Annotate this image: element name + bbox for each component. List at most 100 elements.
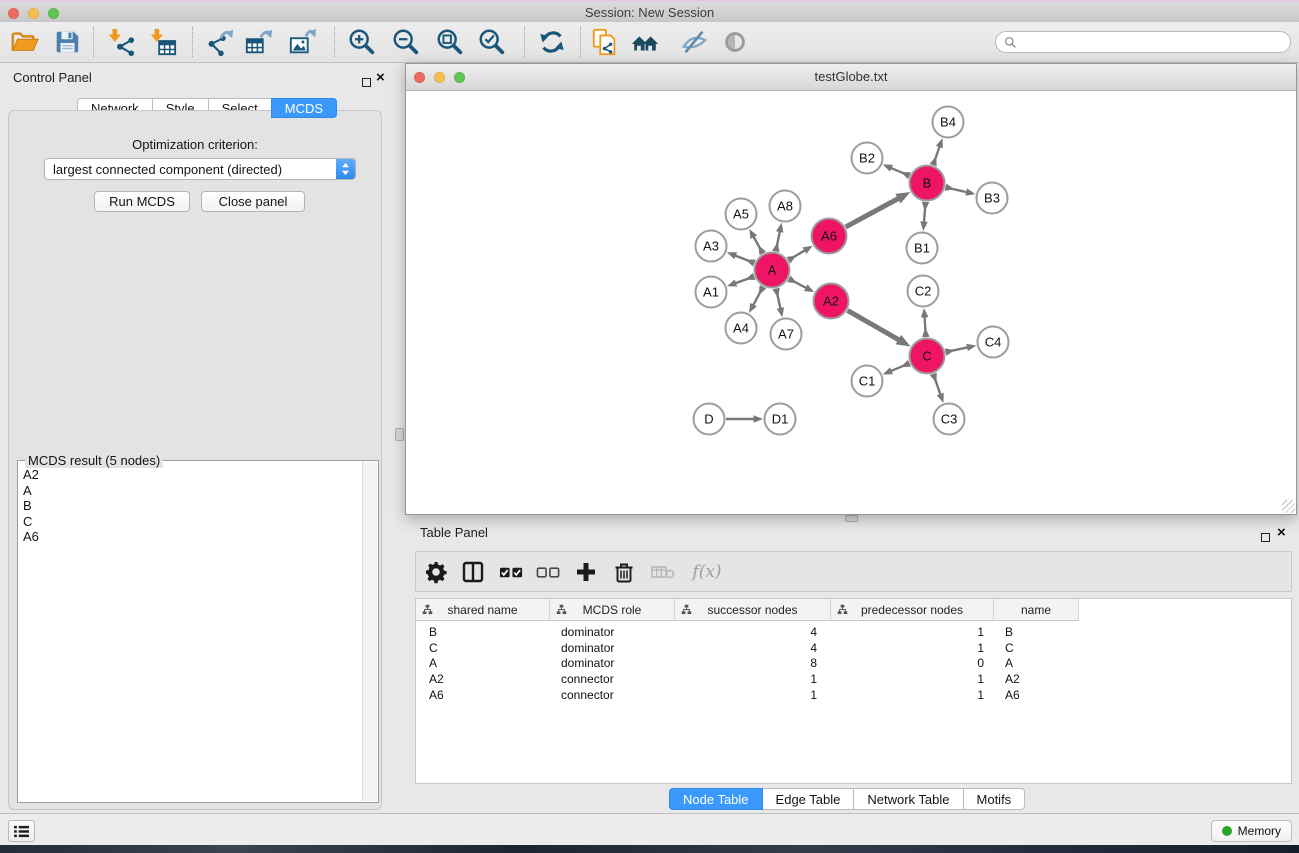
table-panel-title: Table Panel (420, 525, 488, 540)
search-field[interactable] (995, 31, 1291, 53)
table-cell[interactable]: A2 (994, 672, 1079, 686)
window-title: Session: New Session (0, 5, 1299, 20)
table-cell[interactable]: connector (550, 688, 675, 702)
plus-icon[interactable] (570, 556, 602, 588)
resize-grip-icon[interactable] (1282, 500, 1295, 513)
tab-edge-table[interactable]: Edge Table (762, 788, 855, 810)
edge-A2-C[interactable] (847, 310, 900, 340)
column-header-name[interactable]: name (994, 599, 1079, 621)
tab-motifs[interactable]: Motifs (963, 788, 1026, 810)
table-row[interactable]: Cdominator41C (416, 640, 1291, 656)
zoom-out-icon[interactable] (389, 25, 423, 59)
table-cell[interactable]: dominator (550, 625, 675, 639)
table-cell[interactable]: A (994, 656, 1079, 670)
float-panel-icon[interactable] (362, 74, 371, 92)
table-cell[interactable]: A6 (994, 688, 1079, 702)
gear-icon[interactable] (420, 556, 452, 588)
mcds-result-box: MCDS result (5 nodes) A2ABCA6 (17, 460, 379, 803)
close-panel-icon[interactable]: × (376, 73, 385, 83)
tab-mcds[interactable]: MCDS (271, 98, 337, 118)
columns-icon[interactable] (457, 556, 489, 588)
home-icon[interactable] (628, 25, 662, 59)
edge-A6-B[interactable] (846, 198, 900, 227)
eye-slash-icon[interactable] (677, 25, 711, 59)
close-panel-icon[interactable]: × (1277, 528, 1286, 538)
trash-icon[interactable] (608, 556, 640, 588)
table-cell[interactable]: B (994, 625, 1079, 639)
tab-node-table[interactable]: Node Table (669, 788, 763, 810)
zoom-selected-icon[interactable] (475, 25, 509, 59)
node-label-C1: C1 (859, 374, 876, 389)
result-scrollbar[interactable] (362, 462, 377, 801)
toolbar-divider (334, 27, 335, 57)
table-cell[interactable]: C (416, 641, 550, 655)
table-row[interactable]: A6connector11A6 (416, 687, 1291, 703)
column-header-shared-name[interactable]: shared name (416, 599, 550, 621)
result-list-item[interactable]: B (18, 498, 362, 514)
import-table-icon[interactable] (145, 25, 179, 59)
node-label-C2: C2 (915, 284, 932, 299)
export-table-icon[interactable] (242, 25, 276, 59)
column-header-predecessor-nodes[interactable]: predecessor nodes (831, 599, 994, 621)
table-row[interactable]: Adominator80A (416, 656, 1291, 672)
table-cell[interactable]: 8 (675, 656, 831, 670)
export-image-icon[interactable] (286, 25, 320, 59)
table-cell[interactable]: B (416, 625, 550, 639)
tab-network-table[interactable]: Network Table (853, 788, 963, 810)
table-cell[interactable]: 1 (831, 672, 994, 686)
vertical-splitter-handle[interactable] (395, 428, 404, 441)
table-row[interactable]: A2connector11A2 (416, 671, 1291, 687)
zoom-in-icon[interactable] (345, 25, 379, 59)
node-label-A3: A3 (703, 239, 719, 254)
table-cell[interactable]: A2 (416, 672, 550, 686)
table-row[interactable]: Bdominator41B (416, 624, 1291, 640)
zoom-fit-icon[interactable] (433, 25, 467, 59)
table-cell[interactable]: 1 (831, 625, 994, 639)
table-cell[interactable]: 1 (831, 641, 994, 655)
table-cell[interactable]: dominator (550, 641, 675, 655)
network-graph-canvas[interactable]: AA1A2A3A4A5A6A7A8BB1B2B3B4CC1C2C3C4DD1 (406, 90, 1296, 514)
column-header-mcds-role[interactable]: MCDS role (550, 599, 675, 621)
eye-icon[interactable] (718, 25, 752, 59)
result-list-item[interactable]: A6 (18, 529, 362, 545)
table-cell[interactable]: connector (550, 672, 675, 686)
import-network-icon[interactable] (103, 25, 137, 59)
table-cell[interactable]: 0 (831, 656, 994, 670)
float-panel-icon[interactable] (1261, 529, 1270, 547)
close-panel-button[interactable]: Close panel (201, 191, 305, 212)
run-mcds-button[interactable]: Run MCDS (94, 191, 190, 212)
save-session-icon[interactable] (50, 25, 84, 59)
node-label-A6: A6 (821, 229, 837, 244)
table-cell[interactable]: dominator (550, 656, 675, 670)
table-cell[interactable]: 1 (831, 688, 994, 702)
result-list-item[interactable]: C (18, 514, 362, 530)
search-input[interactable] (1021, 34, 1282, 50)
column-header-successor-nodes[interactable]: successor nodes (675, 599, 831, 621)
optimization-criterion-select[interactable]: largest connected component (directed) (44, 158, 356, 180)
open-session-icon[interactable] (7, 25, 41, 59)
table-cell[interactable]: 1 (675, 672, 831, 686)
deselect-all-checkbox-icon[interactable] (532, 556, 564, 588)
new-network-from-selection-icon[interactable] (588, 25, 622, 59)
table-cell[interactable]: 1 (675, 688, 831, 702)
export-network-icon[interactable] (203, 25, 237, 59)
task-history-button[interactable] (8, 820, 35, 842)
refresh-icon[interactable] (535, 25, 569, 59)
search-icon (1004, 36, 1017, 49)
table-cell[interactable]: C (994, 641, 1079, 655)
window-titlebar: Session: New Session (0, 0, 1299, 22)
memory-button[interactable]: Memory (1211, 820, 1292, 842)
result-list-item[interactable]: A2 (18, 467, 362, 483)
table-body: Bdominator41BCdominator41CAdominator80AA… (416, 621, 1291, 703)
table-cell[interactable]: 4 (675, 625, 831, 639)
network-window-titlebar[interactable]: testGlobe.txt (406, 64, 1296, 91)
select-all-checkbox-icon[interactable] (495, 556, 527, 588)
table-cell[interactable]: A6 (416, 688, 550, 702)
result-list-item[interactable]: A (18, 483, 362, 499)
table-cell[interactable]: 4 (675, 641, 831, 655)
node-label-A: A (768, 263, 777, 278)
mcds-result-list: A2ABCA6 (18, 467, 362, 800)
cytoscape-main-window: Session: New Session (0, 0, 1299, 853)
optimization-criterion-label: Optimization criterion: (9, 137, 381, 152)
table-cell[interactable]: A (416, 656, 550, 670)
